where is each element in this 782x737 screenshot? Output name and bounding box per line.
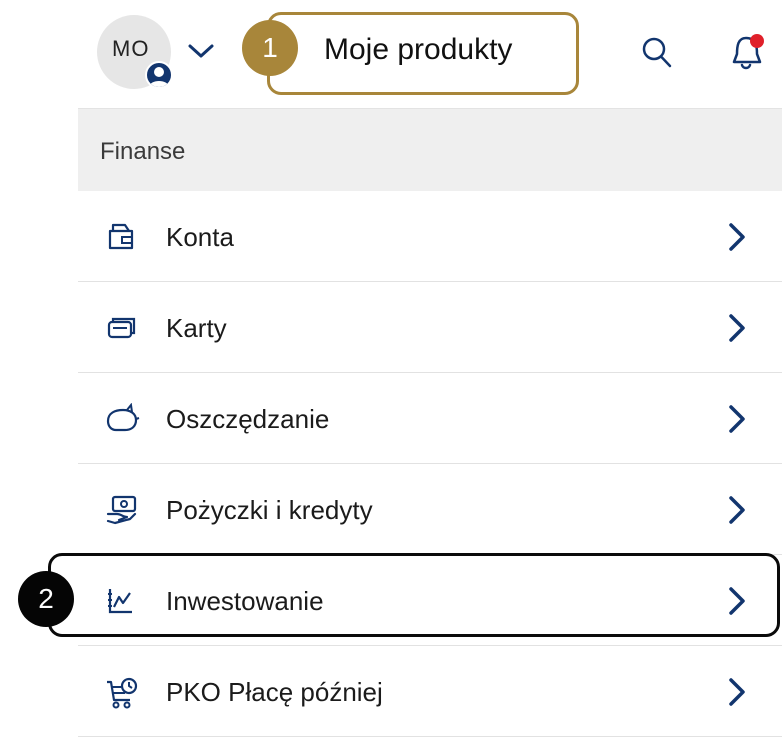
list-item-label: PKO Płacę później	[166, 677, 383, 707]
profile-icon	[145, 61, 173, 89]
app-header: MO Moje produkty	[0, 0, 782, 108]
inwestowanie-highlight	[48, 553, 780, 637]
list-item-label: Karty	[166, 313, 227, 343]
wallet-icon	[105, 221, 137, 258]
list-item-label: Pożyczki i kredyty	[166, 495, 373, 525]
avatar-initials: MO	[112, 36, 150, 61]
list-item-karty[interactable]: Karty	[78, 282, 782, 373]
cards-icon	[105, 312, 137, 349]
section-header-finanse: Finanse	[78, 108, 782, 192]
piggy-bank-icon	[105, 402, 141, 440]
list-item-pko-place-pozniej[interactable]: PKO Płacę później	[78, 646, 782, 737]
list-item-label: Konta	[166, 222, 234, 252]
section-label: Finanse	[100, 138, 186, 165]
chevron-right-icon	[726, 495, 748, 530]
chevron-right-icon	[726, 404, 748, 439]
bell-icon[interactable]	[729, 32, 769, 79]
page-title: Moje produkty	[324, 33, 513, 66]
notification-dot	[750, 34, 764, 48]
list-item-konta[interactable]: Konta	[78, 191, 782, 282]
chevron-right-icon	[726, 313, 748, 348]
chevron-right-icon	[726, 677, 748, 712]
search-icon[interactable]	[641, 36, 673, 75]
cart-clock-icon	[105, 676, 139, 715]
step-marker-1: 1	[242, 20, 298, 76]
list-item-pozyczki[interactable]: Pożyczki i kredyty	[78, 464, 782, 555]
step-marker-2: 2	[18, 571, 74, 627]
list-item-oszczedzanie[interactable]: Oszczędzanie	[78, 373, 782, 464]
chevron-right-icon	[726, 222, 748, 257]
list-item-label: Oszczędzanie	[166, 404, 330, 434]
avatar[interactable]: MO	[97, 15, 173, 89]
loan-icon	[105, 494, 139, 531]
chevron-down-icon[interactable]	[186, 41, 216, 66]
